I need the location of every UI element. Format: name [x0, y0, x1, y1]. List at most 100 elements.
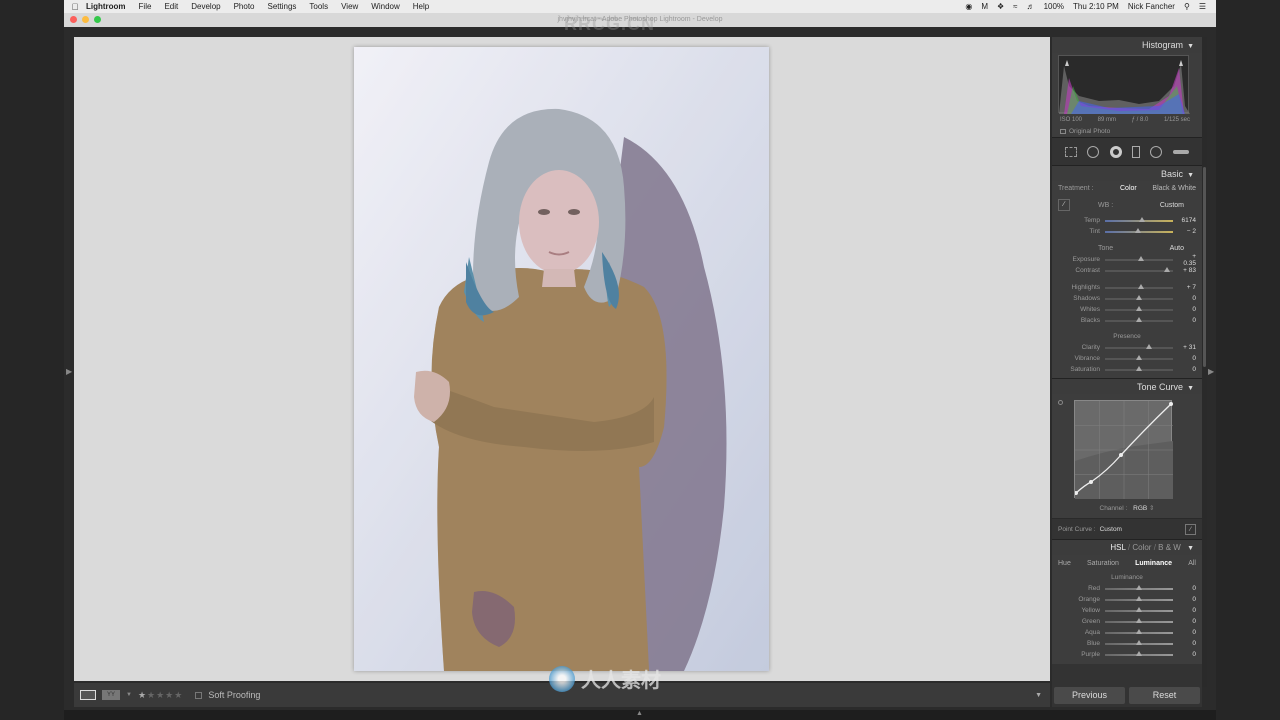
tab-hue[interactable]: Hue	[1058, 560, 1071, 567]
slider-knob[interactable]	[1136, 294, 1142, 300]
point-curve-select[interactable]: Custom	[1100, 526, 1122, 533]
slider-value[interactable]: + 7	[1178, 284, 1196, 291]
collapse-triangle-icon[interactable]: ▼	[1187, 172, 1194, 179]
menu-develop[interactable]: Develop	[191, 2, 220, 11]
previous-button[interactable]: Previous	[1054, 686, 1125, 704]
apple-icon[interactable]: 	[64, 2, 86, 12]
filmstrip-toggle-icon[interactable]: ▲	[636, 710, 643, 717]
wb-eyedropper-icon[interactable]: ∕	[1058, 199, 1070, 211]
slider-track[interactable]	[1105, 294, 1173, 300]
slider-value[interactable]: 0	[1178, 295, 1196, 302]
menu-settings[interactable]: Settings	[268, 2, 297, 11]
slider-value[interactable]: 0	[1178, 640, 1196, 647]
slider-knob[interactable]	[1138, 283, 1145, 289]
menu-app[interactable]: Lightroom	[86, 2, 126, 11]
slider-value[interactable]: 0	[1178, 585, 1196, 592]
tone-curve-graph[interactable]	[1074, 400, 1173, 499]
slider-knob[interactable]	[1134, 227, 1141, 233]
menu-window[interactable]: Window	[371, 2, 399, 11]
collapse-triangle-icon[interactable]: ▼	[1187, 385, 1194, 392]
volume-icon[interactable]: ♬	[1027, 2, 1035, 11]
panel-scrollbar[interactable]	[1202, 37, 1207, 687]
tab-luminance[interactable]: Luminance	[1135, 560, 1172, 567]
slider-knob[interactable]	[1136, 617, 1142, 623]
menu-view[interactable]: View	[341, 2, 358, 11]
record-icon[interactable]: ◉	[965, 2, 972, 11]
slider-track[interactable]	[1105, 283, 1173, 289]
slider-track[interactable]	[1105, 639, 1173, 645]
search-icon[interactable]: ⚲	[1184, 2, 1190, 11]
slider-track[interactable]	[1105, 354, 1173, 360]
soft-proofing-checkbox[interactable]	[195, 691, 203, 699]
slider-knob[interactable]	[1136, 354, 1142, 360]
photo-workspace[interactable]	[74, 37, 1050, 681]
reset-button[interactable]: Reset	[1129, 686, 1200, 704]
tone-curve-header[interactable]: Tone Curve ▼	[1052, 378, 1202, 394]
hsl-header[interactable]: HSL / Color / B & W ▼	[1052, 539, 1202, 555]
slider-knob[interactable]	[1136, 595, 1142, 601]
auto-button[interactable]: Auto	[1170, 245, 1184, 252]
slider-track[interactable]	[1105, 266, 1173, 272]
toolbar-menu-icon[interactable]: ▼	[1035, 692, 1042, 699]
slider-value[interactable]: 0	[1178, 355, 1196, 362]
slider-value[interactable]: 0	[1178, 596, 1196, 603]
slider-track[interactable]	[1105, 617, 1173, 623]
slider-knob[interactable]	[1136, 365, 1142, 371]
left-panel-toggle-icon[interactable]: ▶	[66, 367, 72, 376]
slider-track[interactable]	[1105, 343, 1173, 349]
menu-list-icon[interactable]: ☰	[1199, 2, 1206, 11]
gmail-icon[interactable]: M	[981, 2, 988, 11]
collapse-triangle-icon[interactable]: ▼	[1187, 545, 1194, 552]
slider-value[interactable]: 0	[1178, 618, 1196, 625]
menu-file[interactable]: File	[139, 2, 152, 11]
slider-knob[interactable]	[1136, 305, 1142, 311]
clock[interactable]: Thu 2:10 PM	[1073, 2, 1119, 11]
adjustment-brush-icon[interactable]	[1172, 149, 1189, 154]
slider-knob[interactable]	[1146, 343, 1153, 349]
slider-value[interactable]: 6174	[1178, 217, 1196, 224]
dropdown-icon[interactable]: ▼	[126, 692, 132, 698]
close-window-button[interactable]	[70, 16, 77, 23]
develop-photo[interactable]	[354, 47, 769, 671]
slider-value[interactable]: 0	[1178, 306, 1196, 313]
slider-knob[interactable]	[1136, 606, 1142, 612]
battery-text[interactable]: 100%	[1044, 2, 1064, 11]
wifi-icon[interactable]: ≈	[1013, 2, 1017, 11]
slider-value[interactable]: + 31	[1178, 344, 1196, 351]
slider-track[interactable]	[1105, 628, 1173, 634]
slider-value[interactable]: + 83	[1178, 267, 1196, 274]
radial-filter-icon[interactable]	[1150, 145, 1163, 158]
slider-track[interactable]	[1105, 316, 1173, 322]
tab-saturation[interactable]: Saturation	[1087, 560, 1119, 567]
bw-title[interactable]: B & W	[1158, 543, 1181, 552]
slider-track[interactable]	[1105, 606, 1173, 612]
slider-knob[interactable]	[1136, 584, 1142, 590]
slider-track[interactable]	[1105, 595, 1173, 601]
slider-value[interactable]: 0	[1178, 317, 1196, 324]
slider-value[interactable]: + 0.35	[1178, 253, 1196, 267]
menu-help[interactable]: Help	[413, 2, 429, 11]
point-curve-edit-icon[interactable]: ∕	[1185, 523, 1196, 535]
slider-knob[interactable]	[1136, 316, 1142, 322]
slider-knob[interactable]	[1138, 255, 1145, 261]
channel-select[interactable]: RGB	[1133, 505, 1147, 512]
before-after-icon[interactable]: YY	[102, 690, 120, 700]
tab-all[interactable]: All	[1188, 560, 1196, 567]
scrollbar-thumb[interactable]	[1203, 167, 1206, 367]
slider-track[interactable]	[1105, 227, 1173, 233]
star-rating[interactable]: ★★★★★	[138, 690, 183, 701]
basic-header[interactable]: Basic ▼	[1052, 165, 1202, 181]
hsl-title[interactable]: HSL	[1110, 543, 1125, 552]
collapse-triangle-icon[interactable]: ▼	[1187, 43, 1194, 50]
slider-track[interactable]	[1105, 255, 1173, 261]
slider-track[interactable]	[1105, 365, 1173, 371]
target-adjust-icon[interactable]	[1058, 400, 1063, 405]
treatment-bw[interactable]: Black & White	[1152, 185, 1196, 192]
crop-tool-icon[interactable]	[1065, 146, 1078, 157]
histogram-graph[interactable]	[1058, 55, 1190, 114]
slider-value[interactable]: 0	[1178, 651, 1196, 658]
slider-value[interactable]: 0	[1178, 607, 1196, 614]
slider-track[interactable]	[1105, 305, 1173, 311]
right-panel-toggle-icon[interactable]: ▶	[1208, 367, 1214, 376]
wb-value[interactable]: Custom	[1160, 202, 1184, 209]
